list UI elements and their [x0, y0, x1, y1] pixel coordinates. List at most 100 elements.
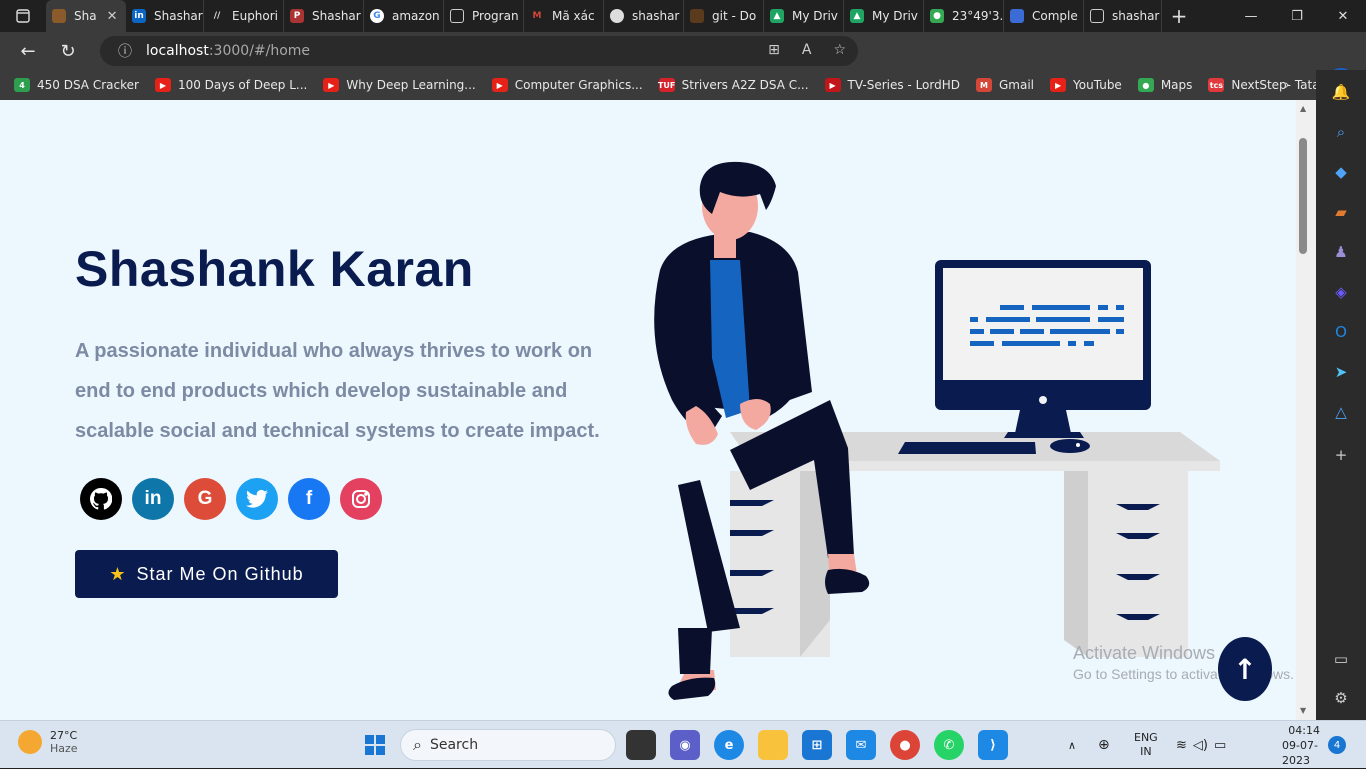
tab[interactable]: Comple: [1004, 0, 1084, 32]
tab[interactable]: shashar: [604, 0, 684, 32]
notifications-bell-icon[interactable]: 🔔: [1329, 80, 1353, 104]
url-host: localhost: [146, 43, 209, 59]
tab[interactable]: in Shashar: [126, 0, 204, 32]
tab-actions-menu-icon[interactable]: [0, 0, 46, 32]
hide-sidebar-icon[interactable]: ▭: [1329, 647, 1353, 671]
windows-taskbar: 27°C Haze ⌕ Search ◉ e ⊞ ✉ ● ✆ ⟩ ∧ ⊕ ENG…: [0, 720, 1366, 768]
weather-widget[interactable]: 27°C Haze: [18, 729, 78, 755]
language-indicator[interactable]: ENG IN: [1134, 721, 1158, 769]
whatsapp-icon[interactable]: ✆: [934, 730, 964, 760]
show-hidden-icons-chevron-icon[interactable]: ∧: [1068, 721, 1076, 769]
twitter-icon[interactable]: [236, 478, 278, 520]
google-icon[interactable]: G: [184, 478, 226, 520]
linkedin-icon: in: [132, 9, 146, 23]
favorite-icon: ▶: [1050, 78, 1067, 92]
favorite-item[interactable]: ▶ Computer Graphics...: [491, 78, 643, 92]
scroll-up-arrow-icon[interactable]: ▲: [1300, 104, 1306, 113]
favorite-icon: ▶: [824, 78, 841, 92]
microsoft-store-icon[interactable]: ⊞: [802, 730, 832, 760]
tab-label: shashar: [632, 9, 680, 23]
clock[interactable]: 04:14 09-07-2023: [1282, 721, 1320, 769]
address-bar[interactable]: ⓘ localhost:3000/#/home ⊞ A ☆: [100, 36, 858, 66]
read-aloud-icon[interactable]: A: [802, 42, 812, 58]
scroll-down-arrow-icon[interactable]: ▼: [1300, 706, 1306, 715]
refresh-button[interactable]: ↻: [48, 32, 88, 70]
tab[interactable]: git - Do: [684, 0, 764, 32]
outlook-icon[interactable]: O: [1329, 320, 1353, 344]
favorites-overflow-chevron-icon[interactable]: ›: [1276, 74, 1298, 96]
favorite-item[interactable]: ▶ TV-Series - LordHD: [824, 78, 960, 92]
new-tab-button[interactable]: +: [1162, 0, 1196, 32]
tab-label: My Driv: [872, 9, 918, 23]
instagram-icon[interactable]: [340, 478, 382, 520]
scroll-to-top-button[interactable]: ↑: [1218, 637, 1272, 701]
notification-center[interactable]: 4: [1328, 721, 1346, 769]
gmail-icon: M: [532, 11, 542, 21]
drop-icon[interactable]: △: [1329, 400, 1353, 424]
copilot-icon[interactable]: ◈: [1329, 280, 1353, 304]
favorite-item[interactable]: 4 450 DSA Cracker: [14, 78, 139, 92]
favorite-icon: tcs: [1208, 78, 1225, 92]
mail-icon[interactable]: ✉: [846, 730, 876, 760]
maximize-icon[interactable]: ❐: [1274, 0, 1320, 32]
github-icon[interactable]: [80, 478, 122, 520]
back-button[interactable]: ←: [8, 32, 48, 70]
vscode-icon[interactable]: ⟩: [978, 730, 1008, 760]
tab[interactable]: Gamazon: [364, 0, 444, 32]
tab-active[interactable]: Sha ✕: [46, 0, 126, 32]
favorite-item[interactable]: ▶ 100 Days of Deep L...: [154, 78, 307, 92]
system-tray[interactable]: ≋ ◁) ▭: [1176, 721, 1226, 769]
tab-strip: Sha ✕ in Shashar // Euphori P Shashar Gamaz…: [0, 0, 1366, 32]
teams-meet-icon[interactable]: ◉: [670, 730, 700, 760]
app-available-icon[interactable]: ⊞: [768, 42, 780, 58]
tab-label: git - Do: [712, 9, 757, 23]
file-explorer-icon[interactable]: [758, 730, 788, 760]
games-icon[interactable]: ♟: [1329, 240, 1353, 264]
tab[interactable]: shashar: [1084, 0, 1162, 32]
favorite-icon: ▶: [154, 78, 171, 92]
close-tab-icon[interactable]: ✕: [107, 9, 118, 24]
sidebar-settings-gear-icon[interactable]: ⚙: [1329, 686, 1353, 710]
taskbar-search[interactable]: ⌕ Search: [400, 729, 616, 761]
haze-weather-icon: [18, 730, 42, 754]
page-scrollbar[interactable]: ▲ ▼: [1296, 100, 1316, 720]
search-icon[interactable]: ⌕: [1329, 120, 1353, 144]
scrollbar-thumb[interactable]: [1299, 138, 1307, 254]
shopping-tag-icon[interactable]: ◆: [1329, 160, 1353, 184]
tab[interactable]: ▲ My Driv: [764, 0, 844, 32]
favorite-item[interactable]: M Gmail: [976, 78, 1034, 92]
tab[interactable]: ● 23°49'3.: [924, 0, 1004, 32]
favorite-item[interactable]: TUF Strivers A2Z DSA C...: [658, 78, 809, 92]
weather-condition: Haze: [50, 742, 78, 755]
tab[interactable]: // Euphori: [204, 0, 284, 32]
tab[interactable]: P Shashar: [284, 0, 364, 32]
tab[interactable]: ▲ My Driv: [844, 0, 924, 32]
tab[interactable]: Progran: [444, 0, 524, 32]
close-window-icon[interactable]: ✕: [1320, 0, 1366, 32]
chrome-icon[interactable]: ●: [890, 730, 920, 760]
favorite-item[interactable]: ▶ Why Deep Learning...: [323, 78, 476, 92]
minimize-icon[interactable]: —: [1228, 0, 1274, 32]
edge-browser-icon[interactable]: e: [714, 730, 744, 760]
send-icon[interactable]: ➤: [1329, 360, 1353, 384]
tab-label: shashar: [1112, 9, 1160, 23]
edge-sidebar: 🔔 ⌕ ◆ ▰ ♟ ◈ O ➤ △ + ▭ ⚙: [1316, 70, 1366, 720]
notification-count-badge: 4: [1328, 736, 1346, 754]
tools-briefcase-icon[interactable]: ▰: [1329, 200, 1353, 224]
facebook-icon[interactable]: f: [288, 478, 330, 520]
tab-label: Shashar: [154, 9, 203, 23]
start-button[interactable]: [360, 730, 390, 760]
favorite-star-icon[interactable]: ☆: [833, 42, 846, 58]
site-info-icon[interactable]: ⓘ: [118, 41, 132, 61]
favorite-label: Gmail: [999, 78, 1035, 92]
task-view-icon[interactable]: [626, 730, 656, 760]
social-links: in Gf: [80, 478, 382, 520]
favorite-label: YouTube: [1073, 78, 1122, 92]
favorite-item[interactable]: ● Maps: [1137, 78, 1192, 92]
favorite-item[interactable]: ▶ YouTube: [1050, 78, 1122, 92]
linkedin-icon[interactable]: in: [132, 478, 174, 520]
add-sidebar-app-icon[interactable]: +: [1329, 443, 1353, 467]
tab[interactable]: M Mã xác: [524, 0, 604, 32]
star-on-github-button[interactable]: ★ Star Me On Github: [75, 550, 338, 598]
network-globe-icon[interactable]: ⊕: [1098, 721, 1110, 769]
